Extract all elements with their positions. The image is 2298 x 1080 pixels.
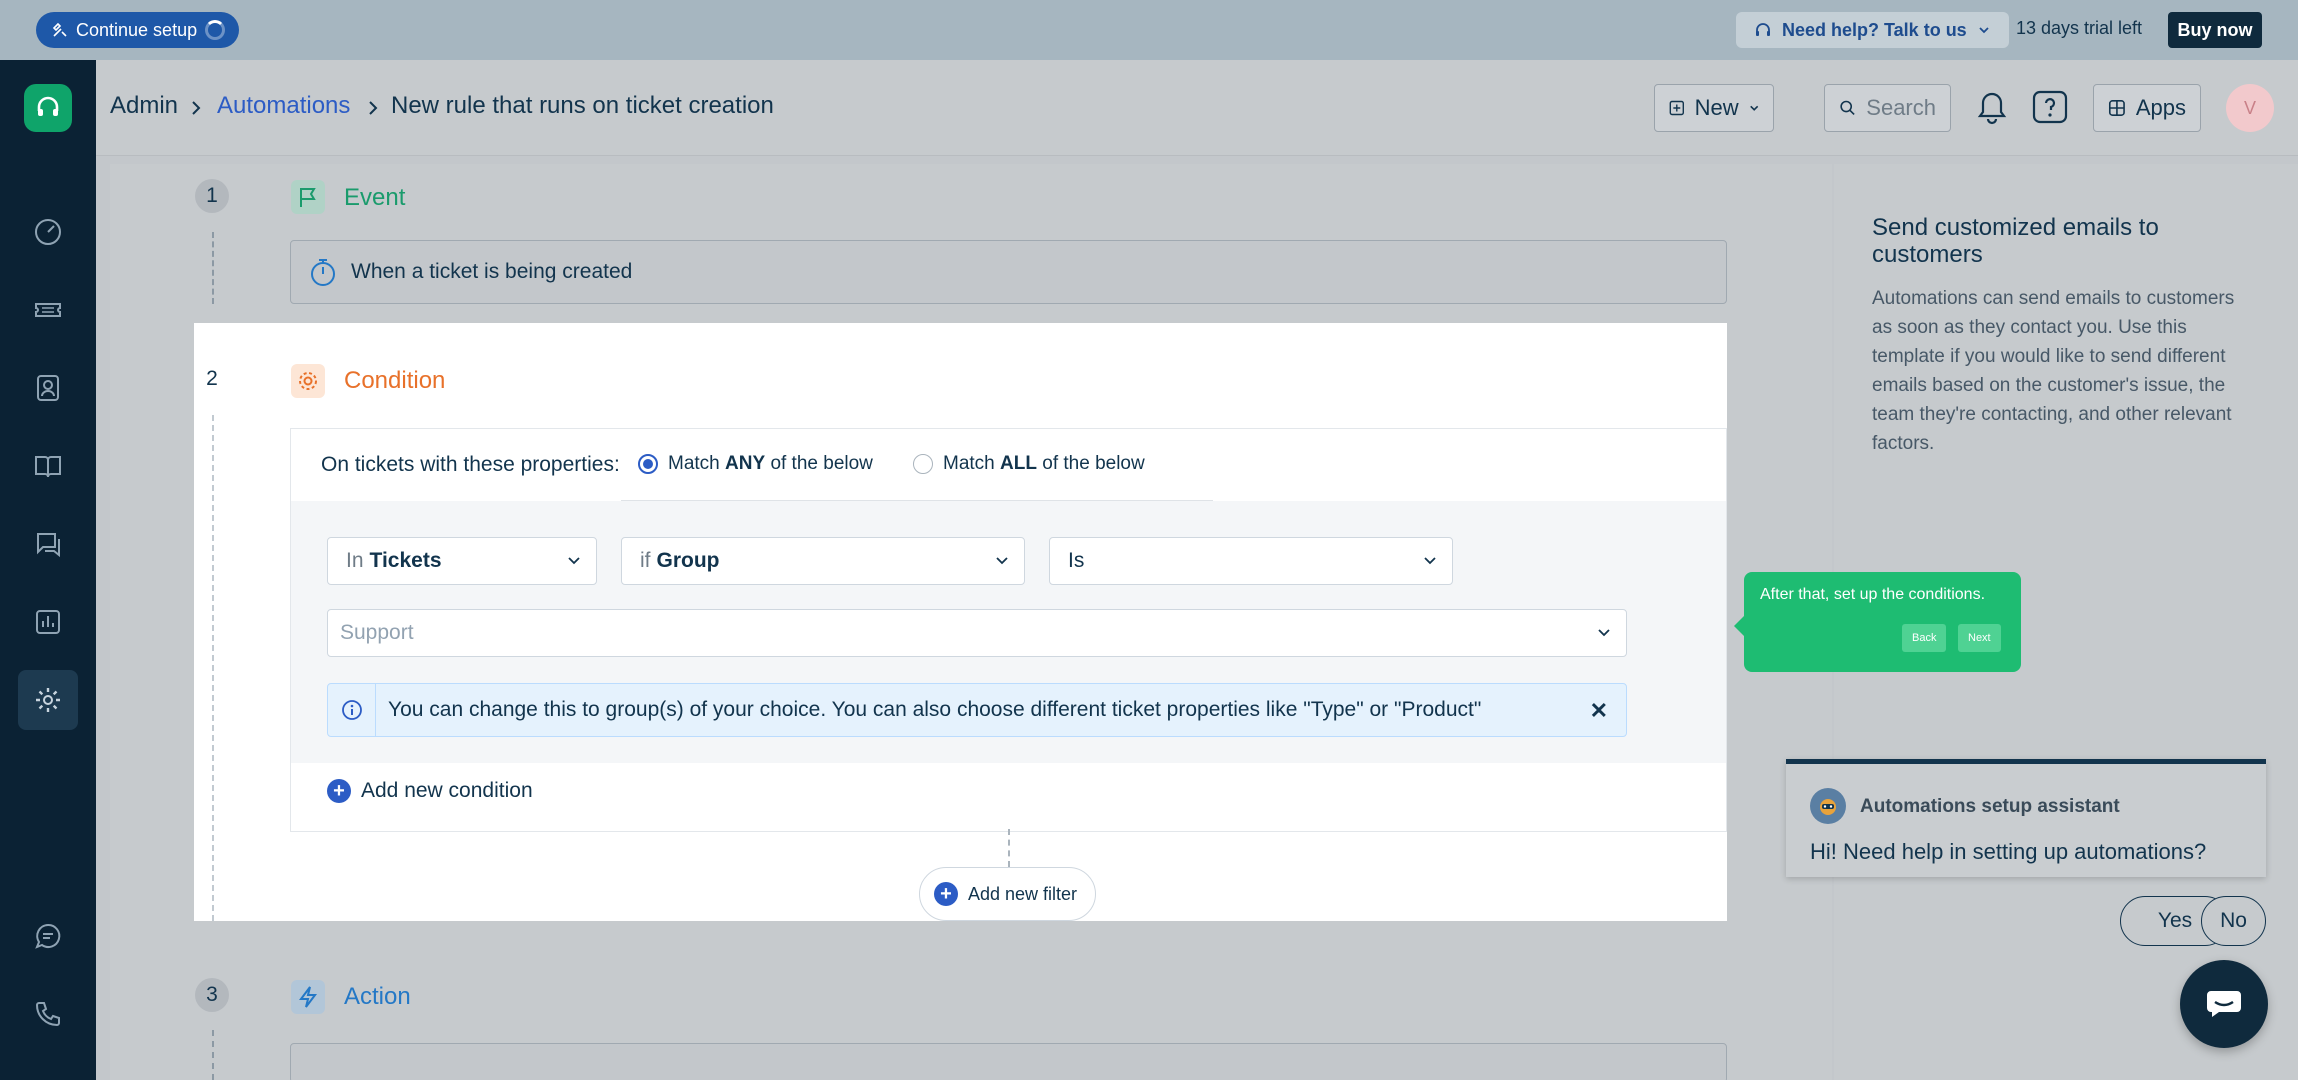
chevron-down-icon <box>1598 629 1610 637</box>
breadcrumb-automations[interactable]: Automations <box>217 92 350 120</box>
match-mode-row: On tickets with these properties: Match … <box>291 429 1726 502</box>
forums-icon[interactable] <box>18 514 78 574</box>
onboarding-tooltip: After that, set up the conditions. Back … <box>1734 572 2021 672</box>
breadcrumb-admin[interactable]: Admin <box>110 92 178 120</box>
chevron-down-icon <box>568 557 580 565</box>
apps-icon <box>2108 100 2125 116</box>
chat-icon[interactable] <box>18 906 78 966</box>
step-connector <box>212 1030 214 1080</box>
condition-group: On tickets with these properties: Match … <box>290 428 1727 832</box>
tools-icon <box>52 22 67 37</box>
plus-circle-icon: + <box>327 779 351 803</box>
step-number-2: 2 <box>195 362 229 396</box>
step-connector <box>212 232 214 304</box>
continue-setup-button[interactable]: Continue setup <box>36 12 240 48</box>
step-number-3: 3 <box>195 978 229 1012</box>
add-filter-label: Add new filter <box>968 883 1078 904</box>
tooltip-next-button[interactable]: Next <box>1958 624 2001 652</box>
add-filter-button[interactable]: + Add new filter <box>919 867 1097 921</box>
chat-bubble-icon <box>2207 991 2241 1017</box>
headset-icon <box>1756 23 1770 36</box>
chevron-down-icon <box>1749 105 1758 111</box>
continue-setup-label: Continue setup <box>76 19 198 40</box>
help-question-icon[interactable] <box>2030 88 2070 128</box>
add-condition-label: Add new condition <box>361 779 533 802</box>
match-all-radio[interactable] <box>913 454 933 474</box>
page-title: New rule that runs on ticket creation <box>391 92 774 119</box>
analytics-icon[interactable] <box>18 592 78 652</box>
apps-grid-icon[interactable] <box>18 1062 78 1080</box>
event-trigger-value: When a ticket is being created <box>351 260 633 283</box>
tooltip-text: After that, set up the conditions. <box>1760 586 1986 603</box>
help-label: Need help? Talk to us <box>1782 19 1967 40</box>
setup-banner: Continue setup Need help? Talk to us 13 … <box>0 0 2298 60</box>
apps-button[interactable]: Apps <box>2093 84 2201 132</box>
flag-icon <box>291 180 325 214</box>
page-header: Admin Automations New rule that runs on … <box>96 60 2298 156</box>
info-text: You can change this to group(s) of your … <box>388 698 1482 721</box>
chat-launcher-button[interactable] <box>2180 960 2268 1048</box>
search-icon <box>1840 100 1855 116</box>
event-trigger-field[interactable]: When a ticket is being created <box>290 240 1727 304</box>
apps-label: Apps <box>2135 95 2186 120</box>
condition-title: Condition <box>344 367 446 394</box>
properties-label: On tickets with these properties: <box>321 453 620 476</box>
plus-square-icon <box>1669 100 1684 116</box>
condition-card: 2 Condition On tickets with these proper… <box>194 323 1727 921</box>
lightning-icon <box>291 980 325 1014</box>
dashboard-icon[interactable] <box>18 202 78 262</box>
search-placeholder: Search <box>1866 95 1936 120</box>
help-panel-body: Automations can send emails to customers… <box>1872 288 2235 454</box>
chevron-down-icon <box>1979 27 1989 34</box>
match-any-label[interactable]: Match ANY of the below <box>668 453 873 475</box>
condition-gear-icon <box>291 364 325 398</box>
search-input[interactable]: Search <box>1824 84 1951 132</box>
close-icon[interactable]: ✕ <box>1590 698 1608 724</box>
assistant-message: Hi! Need help in setting up automations? <box>1810 839 2207 864</box>
user-avatar[interactable]: V <box>2226 84 2274 132</box>
bot-avatar-icon <box>1810 788 1846 824</box>
match-all-label[interactable]: Match ALL of the below <box>943 453 1145 475</box>
headset-logo-icon[interactable] <box>24 84 72 132</box>
add-condition-button[interactable]: + Add new condition <box>327 779 533 803</box>
new-label: New <box>1694 95 1739 120</box>
info-icon <box>328 684 376 736</box>
knowledge-base-icon[interactable] <box>18 436 78 496</box>
value-select[interactable]: Support <box>327 609 1627 657</box>
help-panel-title: Send customized emails to customers <box>1872 214 2159 268</box>
info-banner: You can change this to group(s) of your … <box>327 683 1627 737</box>
tooltip-back-button[interactable]: Back <box>1902 624 1947 652</box>
help-dropdown[interactable]: Need help? Talk to us <box>1736 12 2009 48</box>
chevron-down-icon <box>1424 557 1436 565</box>
step-connector <box>212 415 214 921</box>
contacts-icon[interactable] <box>18 358 78 418</box>
stopwatch-icon <box>311 259 335 286</box>
plus-circle-icon: + <box>934 882 958 906</box>
new-button[interactable]: New <box>1654 84 1774 132</box>
action-title: Action <box>344 983 411 1010</box>
assistant-no-button[interactable]: No <box>2201 896 2266 946</box>
sidebar <box>0 60 96 1080</box>
notifications-bell-icon[interactable] <box>1972 88 2012 128</box>
property-select[interactable]: if Group <box>621 537 1025 585</box>
step-number-1: 1 <box>195 179 229 213</box>
chevron-right-icon <box>192 101 201 115</box>
match-any-radio[interactable] <box>638 454 658 474</box>
assistant-widget: Automations setup assistant Hi! Need hel… <box>1786 759 2266 877</box>
trial-countdown: 13 days trial left <box>2016 18 2143 38</box>
progress-spinner-icon <box>205 20 226 40</box>
chevron-down-icon <box>996 557 1008 565</box>
phone-icon[interactable] <box>18 984 78 1044</box>
buy-now-button[interactable]: Buy now <box>2168 12 2262 48</box>
tickets-icon[interactable] <box>18 280 78 340</box>
event-title: Event <box>344 184 406 211</box>
chevron-right-icon <box>369 101 378 115</box>
operator-select[interactable]: Is <box>1049 537 1453 585</box>
action-field[interactable] <box>290 1043 1727 1080</box>
assistant-name: Automations setup assistant <box>1860 796 2120 817</box>
admin-gear-icon[interactable] <box>18 670 78 730</box>
filter-connector <box>1008 829 1010 867</box>
scope-select[interactable]: In Tickets <box>327 537 597 585</box>
